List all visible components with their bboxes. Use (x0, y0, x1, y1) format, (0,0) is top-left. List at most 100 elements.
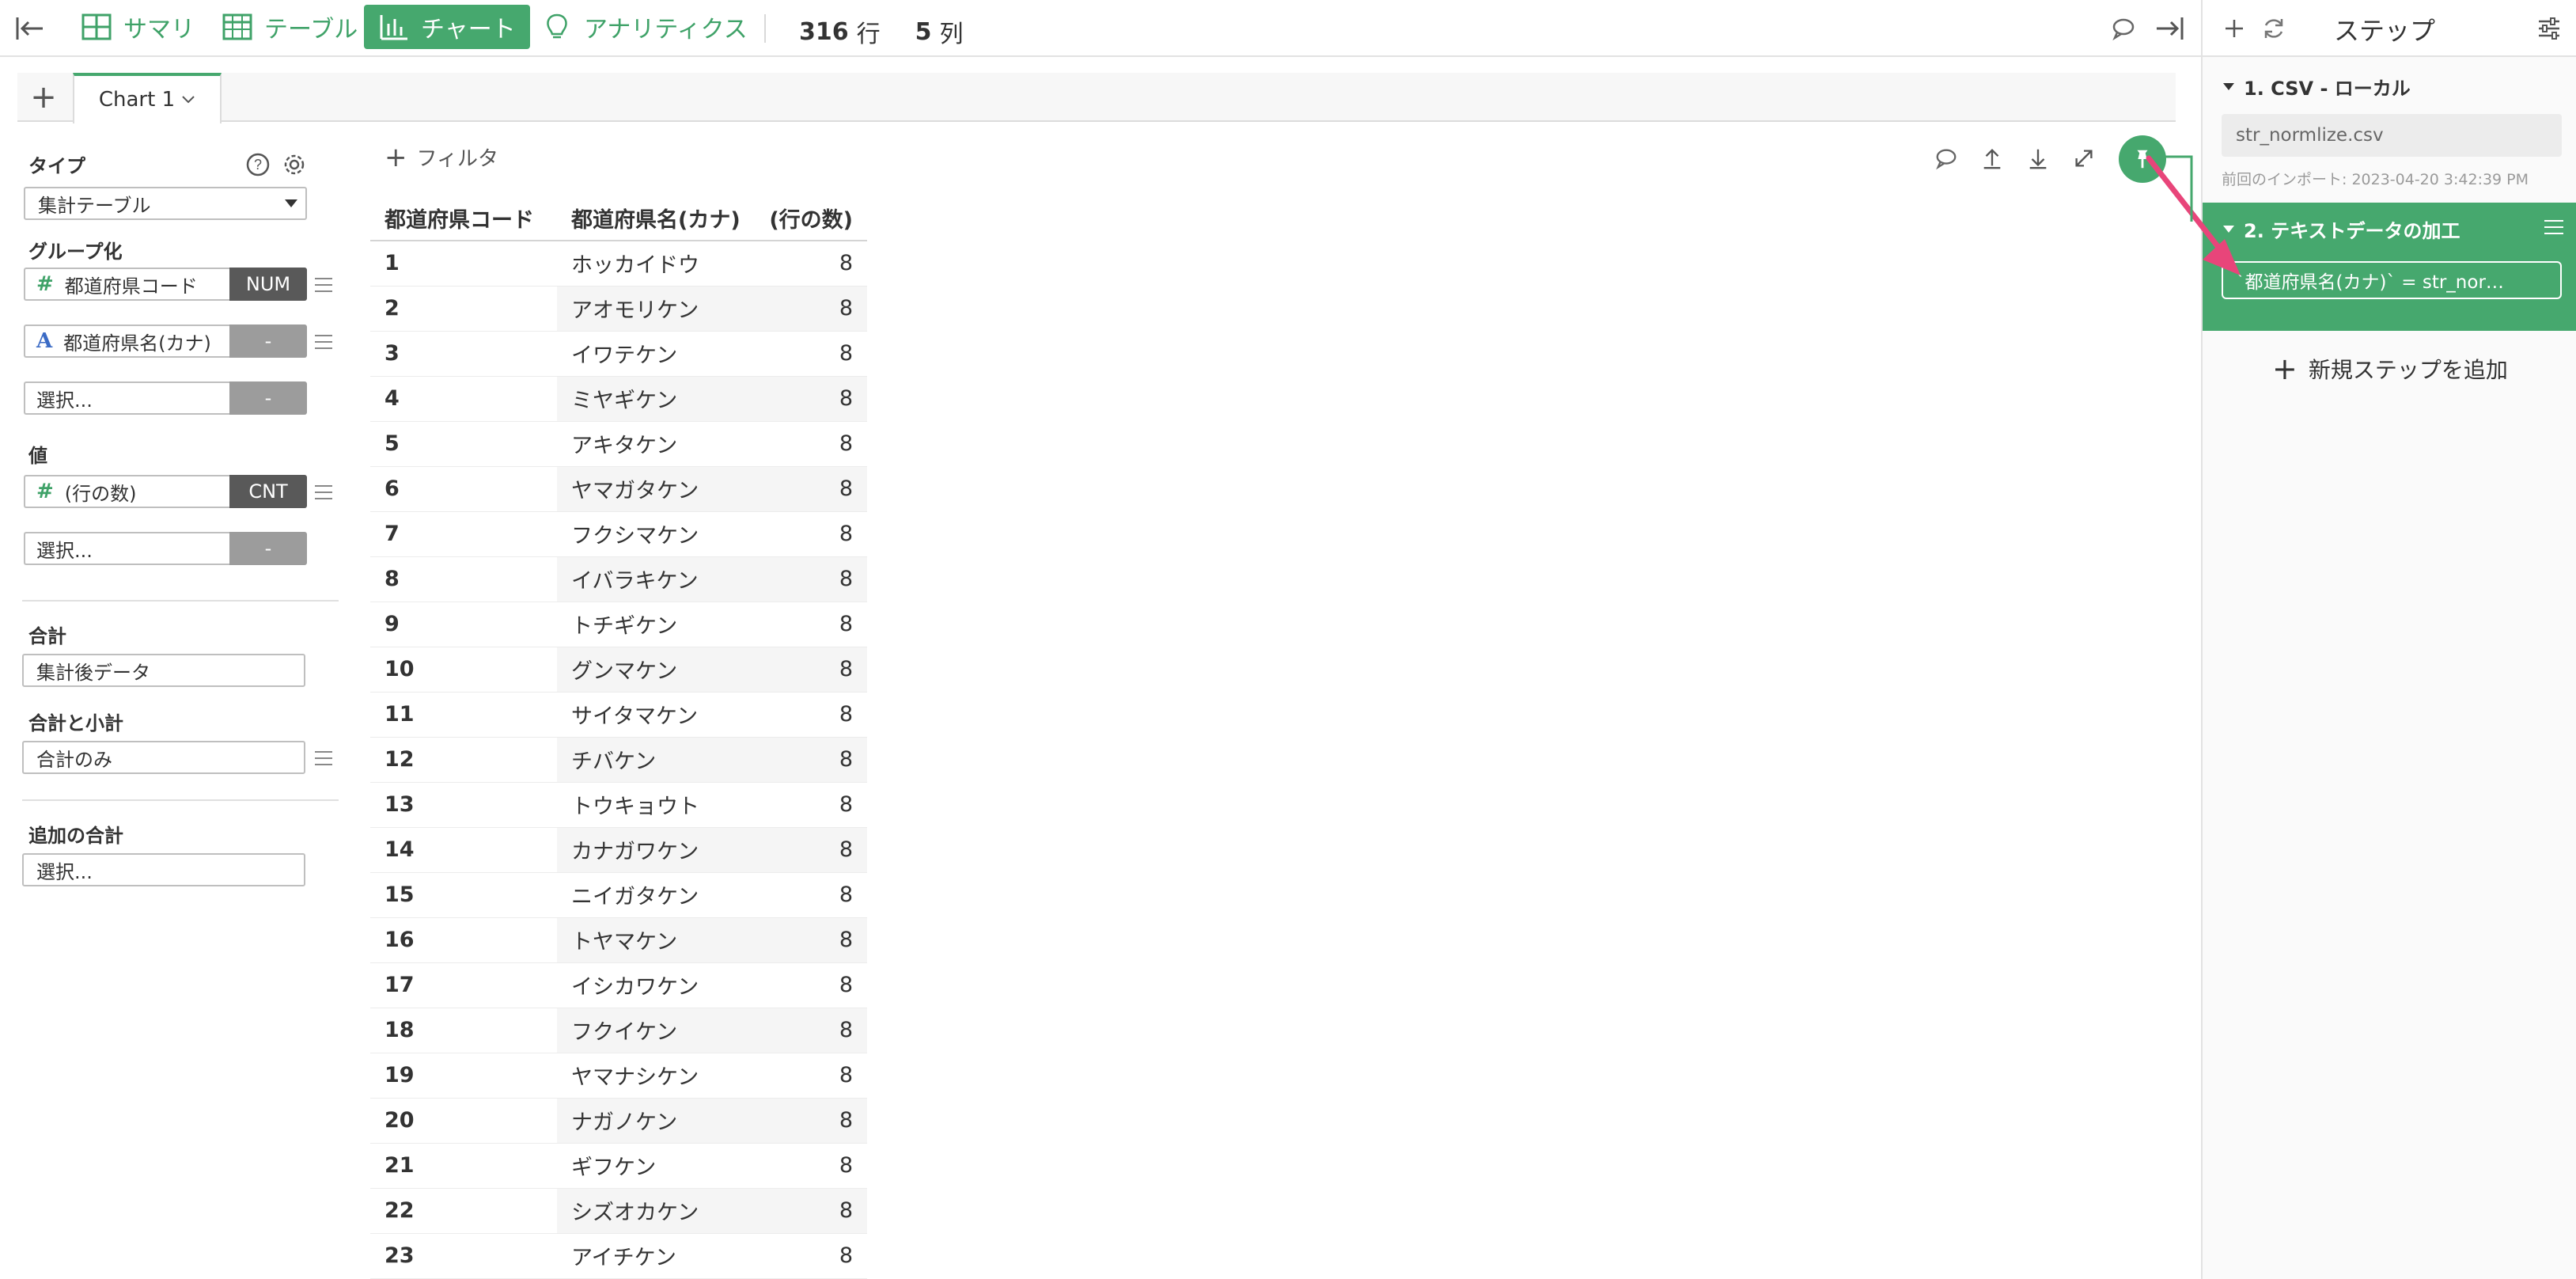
cell-prefecture-code: 20 (370, 1098, 557, 1144)
group-field-3[interactable]: 選択... - (24, 381, 307, 415)
cell-prefecture-code: 9 (370, 602, 557, 647)
tab-chart-1[interactable]: Chart 1 (73, 73, 222, 123)
group-field-3-badge[interactable]: - (229, 381, 307, 415)
comment-icon[interactable] (2108, 13, 2139, 44)
cell-row-count: 8 (755, 647, 867, 693)
cell-prefecture-code: 17 (370, 962, 557, 1008)
upload-icon[interactable] (1976, 142, 2008, 174)
value-field-2-select[interactable]: 選択... (24, 532, 229, 565)
caret-down-icon (285, 199, 297, 207)
group-field-2-badge[interactable]: - (229, 324, 307, 358)
cell-prefecture-code: 11 (370, 692, 557, 738)
cell-row-count: 8 (755, 782, 867, 828)
expand-icon[interactable] (2068, 142, 2100, 174)
step-2-expression[interactable]: `都道府県名(カナ)` = str_nor… (2222, 261, 2562, 299)
section-divider (22, 600, 339, 602)
table-row: 21 ギフケン 8 (370, 1143, 867, 1189)
table-row: 5 アキタケン 8 (370, 421, 867, 467)
group-field-2-name[interactable]: A 都道府県名(カナ) (24, 324, 229, 358)
cell-row-count: 8 (755, 872, 867, 918)
subtotal-select[interactable]: 合計のみ (22, 741, 305, 774)
table-row: 20 ナガノケン 8 (370, 1098, 867, 1144)
table-row: 15 ニイガタケン 8 (370, 872, 867, 918)
tab-chart[interactable]: チャート (364, 5, 530, 49)
cell-row-count: 8 (755, 1188, 867, 1234)
add-filter-button[interactable]: + フィルタ (385, 142, 498, 172)
refresh-icon[interactable] (2258, 13, 2290, 44)
header-row-count[interactable]: (行の数) (755, 196, 867, 241)
step-2-header[interactable]: 2. テキストデータの加工 (2223, 215, 2460, 243)
extra-total-select[interactable]: 選択... (22, 853, 305, 886)
step-1-file-name: str_normlize.csv (2236, 125, 2384, 146)
cell-row-count: 8 (755, 962, 867, 1008)
cell-row-count: 8 (755, 286, 867, 332)
cell-row-count: 8 (755, 692, 867, 738)
summary-table: 都道府県コード 都道府県名(カナ) (行の数) 1 ホッカイドウ 8 2 アオモリケン 8… (370, 196, 867, 1279)
drag-handle-icon[interactable] (315, 335, 332, 349)
steps-panel: ステップ 1. CSV - ローカル str_normlize.csv 前回のイ… (2201, 0, 2576, 1279)
value-field-2-badge[interactable]: - (229, 532, 307, 565)
group-field-1[interactable]: # 都道府県コード NUM (24, 268, 307, 301)
chevron-down-icon[interactable] (181, 95, 195, 104)
table-row: 1 ホッカイドウ 8 (370, 241, 867, 287)
add-chart-button[interactable]: + (17, 73, 70, 122)
cell-prefecture-code: 10 (370, 647, 557, 693)
group-field-3-select[interactable]: 選択... (24, 381, 229, 415)
total-value: 集計後データ (36, 661, 150, 684)
collapse-triangle-icon (2223, 83, 2234, 90)
add-new-step-button[interactable]: + 新規ステップを追加 (2272, 353, 2508, 385)
step-1-file[interactable]: str_normlize.csv (2222, 114, 2562, 157)
cell-prefecture-kana: イバラキケン (557, 556, 755, 602)
table-row: 6 ヤマガタケン 8 (370, 466, 867, 512)
tab-summary-label: サマリ (123, 16, 195, 44)
steps-title: ステップ (2334, 16, 2436, 46)
subtotal-value: 合計のみ (36, 748, 112, 771)
table-row: 22 シズオカケン 8 (370, 1188, 867, 1234)
cell-prefecture-code: 16 (370, 917, 557, 963)
value-field-1-name[interactable]: # (行の数) (24, 475, 229, 508)
cell-prefecture-kana: ミヤギケン (557, 376, 755, 422)
step-1-header[interactable]: 1. CSV - ローカル (2223, 73, 2411, 101)
table-row: 7 フクシマケン 8 (370, 511, 867, 557)
value-field-1[interactable]: # (行の数) CNT (24, 475, 307, 508)
step-2-card[interactable]: 2. テキストデータの加工 `都道府県名(カナ)` = str_nor… (2203, 203, 2576, 331)
table-row: 17 イシカワケン 8 (370, 962, 867, 1008)
step-menu-icon[interactable] (2544, 220, 2563, 234)
gear-icon[interactable] (282, 152, 307, 177)
value-field-2[interactable]: 選択... - (24, 532, 307, 565)
cell-prefecture-kana: トヤマケン (557, 917, 755, 963)
cell-prefecture-kana: ヤマナシケン (557, 1053, 755, 1099)
cell-prefecture-kana: ナガノケン (557, 1098, 755, 1144)
extra-total-label: 追加の合計 (28, 825, 123, 847)
menu-icon[interactable] (315, 751, 332, 765)
cell-row-count: 8 (755, 421, 867, 467)
collapse-right-icon[interactable] (2154, 13, 2185, 44)
total-select[interactable]: 集計後データ (22, 654, 305, 687)
tab-analytics[interactable]: アナリティクス (527, 5, 762, 49)
tab-table[interactable]: テーブル (207, 5, 372, 49)
toolbar-divider (764, 14, 766, 43)
drag-handle-icon[interactable] (315, 485, 332, 499)
collapse-left-icon[interactable] (14, 14, 46, 43)
group-label: グループ化 (28, 241, 123, 263)
header-prefecture-code[interactable]: 都道府県コード (370, 196, 557, 241)
drag-handle-icon[interactable] (315, 278, 332, 292)
cell-row-count: 8 (755, 556, 867, 602)
group-field-2[interactable]: A 都道府県名(カナ) - (24, 324, 307, 358)
cell-prefecture-code: 7 (370, 511, 557, 557)
download-icon[interactable] (2022, 142, 2054, 174)
chart-type-select[interactable]: 集計テーブル (24, 187, 307, 220)
settings-sliders-icon[interactable] (2533, 13, 2565, 44)
steps-header: ステップ (2203, 0, 2576, 57)
group-field-1-badge[interactable]: NUM (229, 268, 307, 301)
tab-chart-label: チャート (421, 16, 516, 44)
header-prefecture-kana[interactable]: 都道府県名(カナ) (557, 196, 755, 241)
tab-summary[interactable]: サマリ (66, 5, 209, 49)
chart-tab-label: Chart 1 (98, 88, 176, 112)
value-field-1-badge[interactable]: CNT (229, 475, 307, 508)
add-step-icon[interactable] (2218, 13, 2250, 44)
help-icon[interactable]: ? (245, 152, 271, 177)
comment-icon[interactable] (1930, 142, 1962, 174)
group-field-1-name[interactable]: # 都道府県コード (24, 268, 229, 301)
cell-row-count: 8 (755, 737, 867, 783)
